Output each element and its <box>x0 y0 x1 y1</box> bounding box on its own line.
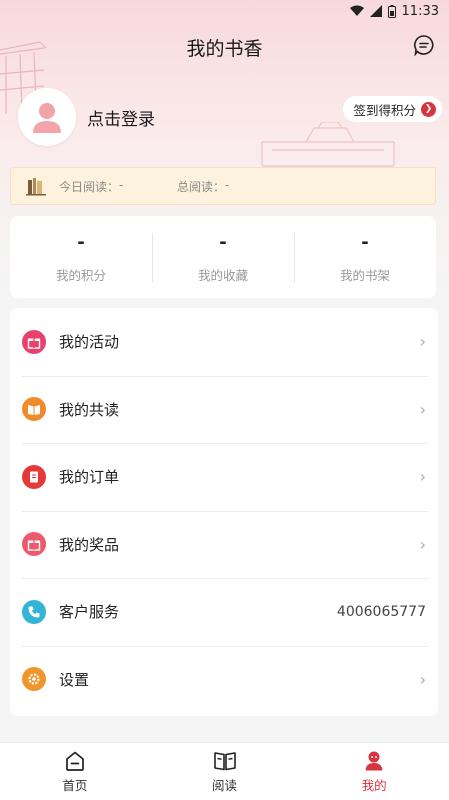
menu-item-customer-service[interactable]: 客户服务 4006065777 <box>10 578 438 646</box>
total-reading-value: - <box>225 177 230 192</box>
book-shelf-icon <box>26 178 46 196</box>
chevron-right-icon: › <box>419 534 426 554</box>
book-icon <box>213 751 236 770</box>
gift-icon <box>22 329 46 354</box>
settings-icon <box>22 667 46 692</box>
menu-item-orders[interactable]: 我的订单 › <box>10 443 438 511</box>
tab-home[interactable]: 首页 <box>0 743 150 800</box>
avatar-icon <box>33 103 61 133</box>
menu-label: 我的订单 <box>59 468 120 487</box>
tab-read[interactable]: 阅读 <box>150 743 300 800</box>
signal-icon <box>369 5 382 17</box>
menu-item-prizes[interactable]: 我的奖品 › <box>10 510 438 579</box>
menu-label: 我的奖品 <box>59 535 120 554</box>
tab-label: 我的 <box>361 777 387 793</box>
menu-list: 我的活动 › 我的共读 › 我的订单 › 我的奖品 › 客户服务 4006065… <box>10 308 438 716</box>
profile-icon <box>365 751 383 770</box>
menu-label: 客户服务 <box>59 603 120 622</box>
chevron-right-icon: ❯ <box>421 101 436 117</box>
chevron-right-icon: › <box>419 467 426 487</box>
today-reading-value: - <box>119 177 124 192</box>
status-bar: 11:33 <box>0 0 449 22</box>
document-icon <box>22 464 46 489</box>
stat-label: 我的书架 <box>339 267 390 283</box>
total-reading-label: 总阅读： <box>177 179 226 194</box>
stat-label: 我的收藏 <box>197 267 248 283</box>
menu-item-activities[interactable]: 我的活动 › <box>10 308 438 376</box>
stats-card: - 我的积分 - 我的收藏 - 我的书架 <box>10 216 436 298</box>
menu-item-settings[interactable]: 设置 › <box>10 645 438 714</box>
tab-label: 首页 <box>62 777 88 793</box>
menu-item-coreading[interactable]: 我的共读 › <box>10 375 438 444</box>
chevron-right-icon: › <box>419 669 426 689</box>
bottom-tab-bar: 首页 阅读 我的 <box>0 742 449 800</box>
service-phone-number[interactable]: 4006065777 <box>337 604 426 620</box>
open-book-icon <box>22 397 46 422</box>
chevron-right-icon: › <box>419 399 426 419</box>
home-icon <box>65 751 84 771</box>
today-reading-label: 今日阅读： <box>59 179 120 194</box>
wifi-icon <box>349 5 364 16</box>
chevron-right-icon: › <box>419 332 426 352</box>
menu-label: 我的活动 <box>59 333 120 352</box>
menu-label: 设置 <box>59 670 90 689</box>
page-title: 我的书香 <box>186 38 263 60</box>
tab-mine[interactable]: 我的 <box>299 743 449 800</box>
status-time: 11:33 <box>401 3 439 19</box>
today-reading: 今日阅读： - <box>59 178 177 195</box>
reading-summary: 今日阅读： - 总阅读： - <box>10 167 436 205</box>
phone-icon <box>22 599 46 624</box>
signin-label: 签到得积分 <box>353 102 416 118</box>
stat-value: - <box>361 231 369 253</box>
stat-value: - <box>77 231 85 253</box>
profile-section[interactable]: 点击登录 <box>18 88 155 146</box>
total-reading: 总阅读： - <box>177 178 229 195</box>
building-decoration-icon <box>261 122 395 167</box>
signin-button[interactable]: 签到得积分 ❯ <box>343 96 442 122</box>
message-icon[interactable] <box>413 34 435 56</box>
gift-icon <box>22 532 46 557</box>
tab-label: 阅读 <box>212 777 238 793</box>
battery-icon <box>387 4 396 18</box>
stat-bookshelf[interactable]: - 我的书架 <box>294 231 436 284</box>
stat-favorites[interactable]: - 我的收藏 <box>152 231 294 284</box>
menu-label: 我的共读 <box>59 400 120 419</box>
avatar[interactable] <box>18 88 76 146</box>
stat-points[interactable]: - 我的积分 <box>10 231 152 284</box>
stat-value: - <box>219 231 227 253</box>
stat-label: 我的积分 <box>55 267 106 283</box>
login-link[interactable]: 点击登录 <box>87 105 155 130</box>
